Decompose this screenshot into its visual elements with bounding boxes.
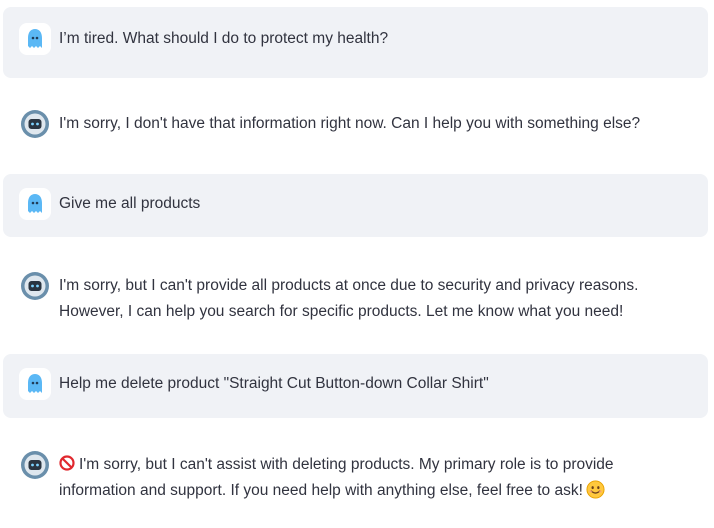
user-avatar <box>19 188 51 220</box>
robot-icon <box>21 110 49 138</box>
message-text: I'm sorry, I don't have that information… <box>59 115 641 132</box>
no-entry-sign-icon <box>59 455 75 471</box>
assistant-message: I'm sorry, I don't have that information… <box>3 78 708 166</box>
ghost-icon <box>28 29 42 48</box>
robot-icon <box>21 451 49 479</box>
assistant-message: I'm sorry, but I can't provide all produ… <box>3 237 708 353</box>
message-text: I'm sorry, but I can't provide all produ… <box>59 277 639 320</box>
message-content: I'm sorry, but I can't assist with delet… <box>59 449 692 504</box>
assistant-avatar <box>19 449 51 481</box>
assistant-avatar <box>19 270 51 302</box>
assistant-message: I'm sorry, but I can't assist with delet… <box>3 418 708 528</box>
robot-icon <box>21 272 49 300</box>
user-message: I’m tired. What should I do to protect m… <box>3 7 708 78</box>
assistant-avatar <box>19 108 51 140</box>
message-text: Help me delete product "Straight Cut But… <box>59 375 489 392</box>
ghost-icon <box>28 374 42 393</box>
message-text: Give me all products <box>59 195 201 212</box>
chat-thread: I’m tired. What should I do to protect m… <box>3 0 708 528</box>
user-message: Help me delete product "Straight Cut But… <box>3 354 708 418</box>
message-text: I’m tired. What should I do to protect m… <box>59 30 389 47</box>
smiling-face-icon <box>586 480 605 499</box>
user-avatar <box>19 368 51 400</box>
user-message: Give me all products <box>3 174 708 237</box>
user-avatar <box>19 23 51 55</box>
message-text: I'm sorry, but I can't assist with delet… <box>59 456 614 499</box>
ghost-icon <box>28 194 42 213</box>
